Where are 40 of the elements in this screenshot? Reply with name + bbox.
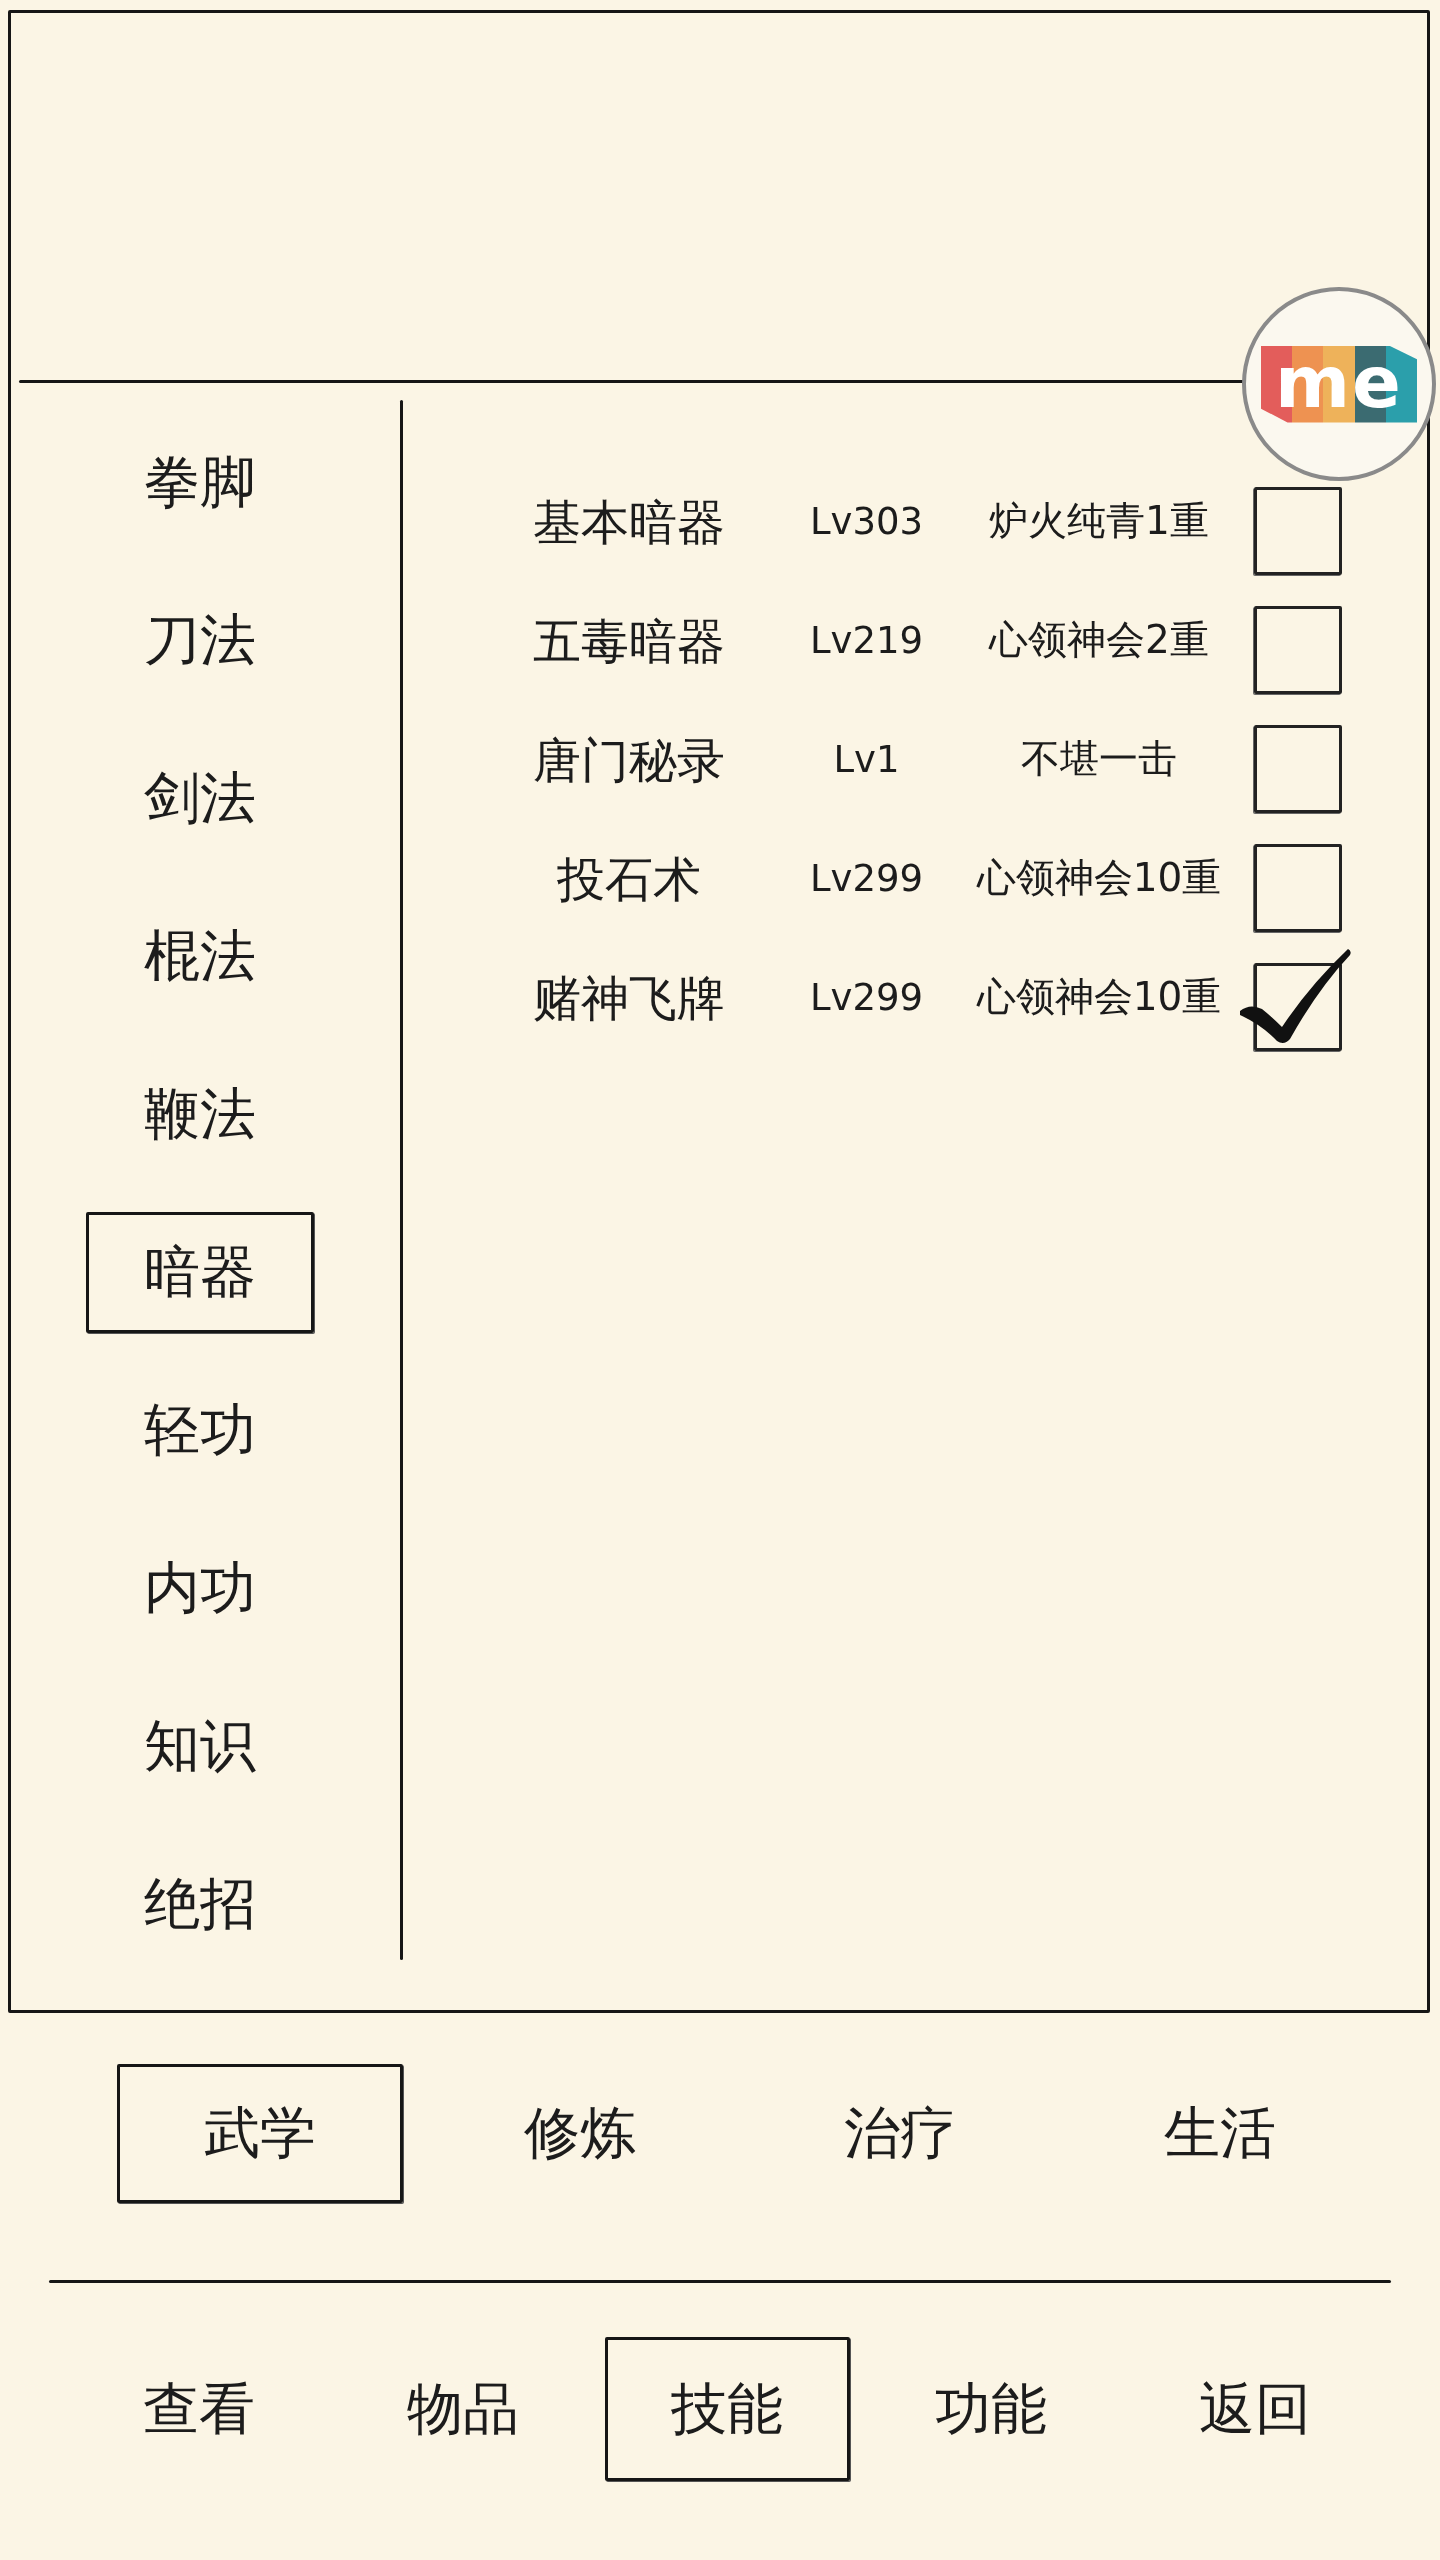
skill-level: Lv299: [808, 974, 925, 1021]
category-tab[interactable]: 拳脚: [85, 421, 314, 543]
skill-level: Lv303: [808, 498, 925, 545]
checkbox[interactable]: [1254, 605, 1342, 694]
skill-type-tab[interactable]: 生活: [1077, 2063, 1363, 2203]
skill-name: 基本暗器: [532, 492, 726, 552]
category-tab[interactable]: 知识: [85, 1685, 314, 1807]
skill-rank: 心领神会10重: [975, 854, 1223, 903]
skill-type-tab[interactable]: 治疗: [757, 2063, 1043, 2203]
skill-type-tab[interactable]: 修炼: [437, 2063, 723, 2203]
skill-rank: 心领神会10重: [975, 973, 1223, 1022]
skill-name: 唐门秘录: [532, 730, 726, 790]
checkmark-icon: [1240, 948, 1352, 1045]
skill-type-tab[interactable]: 武学: [117, 2063, 403, 2203]
category-tab[interactable]: 剑法: [85, 737, 314, 859]
category-tab[interactable]: 绝招: [85, 1843, 314, 1965]
checkbox[interactable]: [1254, 724, 1342, 813]
category-tab[interactable]: 内功: [85, 1527, 314, 1649]
skill-name: 赌神飞牌: [532, 968, 726, 1028]
category-tab[interactable]: 鞭法: [85, 1053, 314, 1175]
category-tab[interactable]: 刀法: [85, 579, 314, 701]
category-tab[interactable]: 轻功: [85, 1369, 314, 1491]
skill-level: Lv219: [808, 617, 925, 664]
skill-rank: 炉火纯青1重: [988, 497, 1210, 546]
skill-name: 投石术: [556, 849, 702, 909]
nav-tab[interactable]: 返回: [1132, 2337, 1378, 2481]
checkbox[interactable]: [1254, 486, 1342, 575]
skill-name: 五毒暗器: [532, 611, 726, 671]
nav-tab[interactable]: 查看: [76, 2337, 322, 2481]
checkbox[interactable]: [1254, 843, 1342, 932]
category-tab[interactable]: 暗器: [85, 1211, 314, 1333]
nav-tab[interactable]: 技能: [604, 2337, 850, 2481]
skill-level: Lv299: [808, 855, 925, 902]
nav-tab[interactable]: 功能: [868, 2337, 1114, 2481]
skill-rank: 心领神会2重: [987, 616, 1210, 665]
nav-tab[interactable]: 物品: [340, 2337, 586, 2481]
skill-rank: 不堪一击: [1020, 735, 1178, 784]
checkbox[interactable]: [1240, 948, 1352, 1051]
skill-level: Lv1: [832, 736, 901, 783]
category-tab[interactable]: 棍法: [85, 895, 314, 1017]
